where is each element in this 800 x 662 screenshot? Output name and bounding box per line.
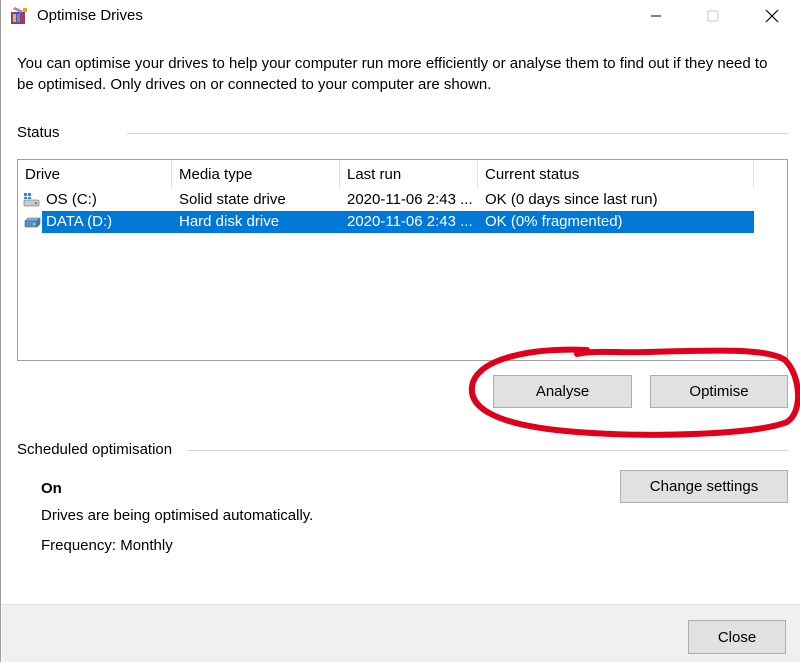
close-button[interactable]: Close (688, 620, 786, 654)
current-status: OK (0% fragmented) (485, 213, 623, 230)
column-header-current-status[interactable]: Current status (478, 160, 754, 189)
current-status: OK (0 days since last run) (485, 191, 658, 208)
column-header-media-type[interactable]: Media type (172, 160, 340, 189)
intro-text: You can optimise your drives to help you… (17, 55, 768, 93)
media-type: Solid state drive (179, 191, 286, 208)
minimize-button[interactable] (633, 0, 679, 32)
title-bar[interactable]: Optimise Drives (1, 0, 800, 32)
schedule-frequency: Frequency: Monthly (41, 537, 173, 554)
drive-list[interactable]: Drive Media type Last run Current status… (17, 159, 788, 361)
change-settings-button[interactable]: Change settings (620, 470, 788, 503)
maximize-button[interactable] (690, 0, 736, 32)
drive-list-header: Drive Media type Last run Current status (18, 160, 754, 189)
hard-drive-icon (24, 217, 41, 228)
status-section-label: Status (17, 124, 60, 141)
maximize-icon (707, 10, 719, 22)
column-header-last-run[interactable]: Last run (340, 160, 478, 189)
last-run: 2020-11-06 2:43 ... (347, 191, 473, 208)
analyse-button[interactable]: Analyse (493, 375, 632, 408)
drive-name: DATA (D:) (46, 213, 113, 230)
schedule-description: Drives are being optimised automatically… (41, 507, 314, 524)
windows-drive-icon (23, 193, 40, 207)
drive-row-data-d[interactable]: DATA (D:) Hard disk drive 2020-11-06 2:4… (18, 211, 754, 233)
schedule-state: On (41, 480, 62, 497)
last-run: 2020-11-06 2:43 ... (347, 213, 473, 230)
scheduled-divider (187, 450, 788, 451)
defrag-app-icon (11, 7, 27, 24)
optimise-drives-window: Optimise Drives You can optimise your dr… (0, 0, 800, 662)
media-type: Hard disk drive (179, 213, 280, 230)
minimize-icon (651, 15, 661, 17)
column-header-drive[interactable]: Drive (18, 160, 172, 189)
drive-name: OS (C:) (46, 191, 97, 208)
window-title: Optimise Drives (37, 7, 143, 24)
optimise-button[interactable]: Optimise (650, 375, 788, 408)
close-window-button[interactable] (749, 0, 795, 32)
status-divider (127, 133, 788, 134)
drive-row-os-c[interactable]: OS (C:) Solid state drive 2020-11-06 2:4… (18, 189, 754, 211)
footer-bar (2, 604, 800, 662)
scheduled-section-label: Scheduled optimisation (17, 441, 173, 458)
close-icon (765, 9, 779, 23)
